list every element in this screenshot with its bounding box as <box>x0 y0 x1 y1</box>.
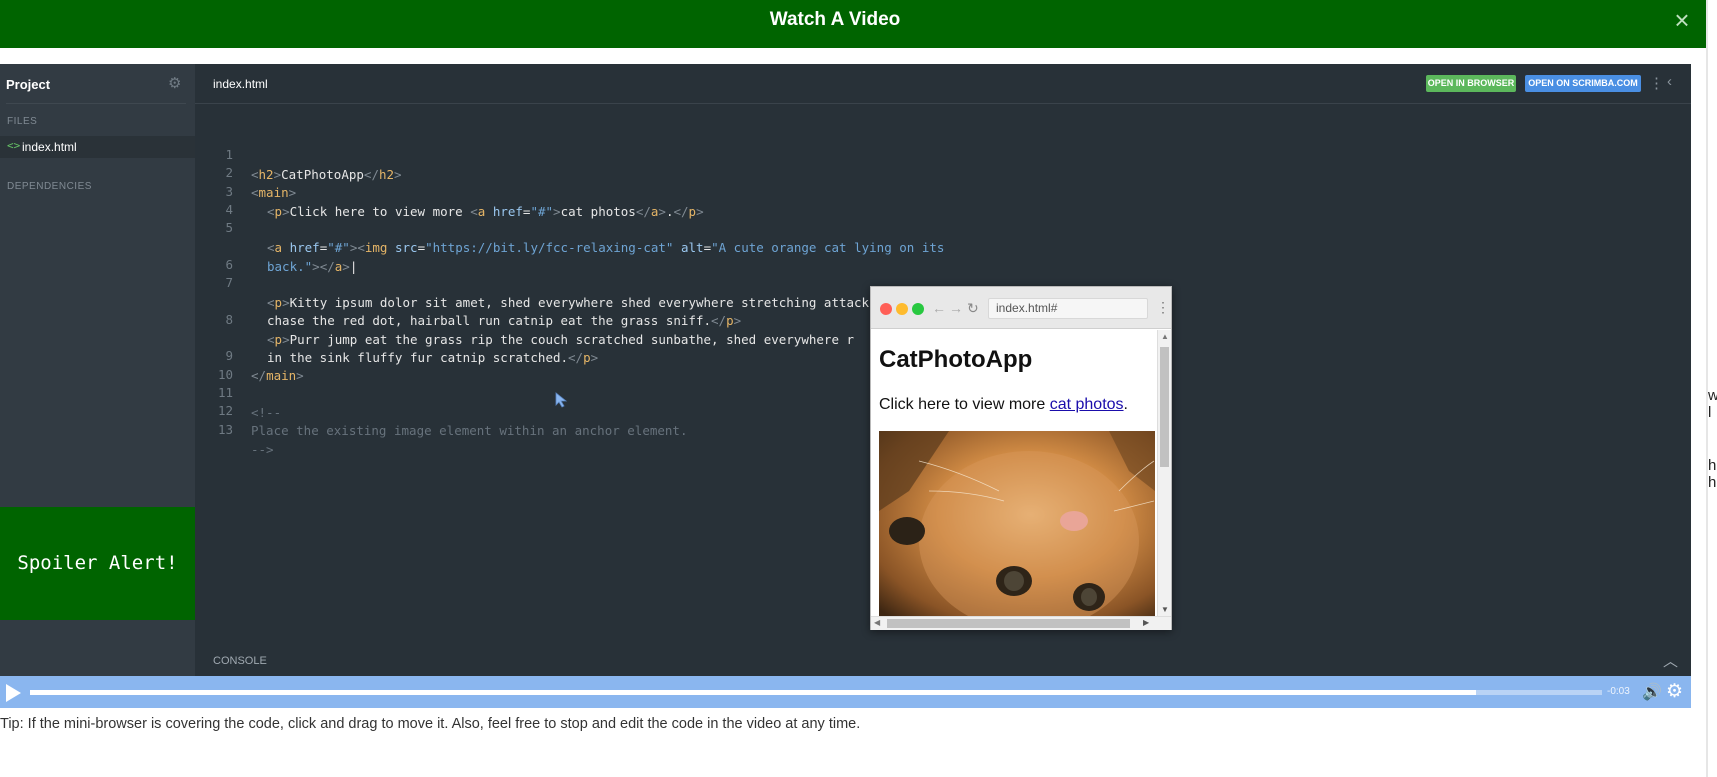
code-text: Kitty ipsum dolor sit amet, shed everywh… <box>289 295 960 311</box>
code-comment: <!-- <box>251 404 282 420</box>
gear-icon[interactable]: ⚙ <box>168 74 181 92</box>
play-icon[interactable] <box>6 684 21 702</box>
time-remaining: -0:03 <box>1607 686 1630 697</box>
code-line: 3 <p>Click here to view more <a href="#"… <box>195 162 703 219</box>
code-text: chase the red dot, hairball run catnip e… <box>267 313 712 329</box>
maximize-dot-icon[interactable] <box>912 303 924 315</box>
volume-icon[interactable]: 🔊 <box>1642 682 1662 702</box>
more-vertical-icon[interactable]: ⋮ <box>1156 299 1170 316</box>
code-text: CatPhotoApp <box>281 167 364 182</box>
mini-browser-page: CatPhotoApp Click here to view more cat … <box>871 330 1157 616</box>
code-line: 6 <box>195 235 240 272</box>
close-dot-icon[interactable] <box>880 303 892 315</box>
background-text: l <box>1708 404 1712 421</box>
scrollbar-thumb[interactable] <box>1160 347 1169 467</box>
console-label: CONSOLE <box>213 655 267 667</box>
code-comment: --> <box>251 441 274 457</box>
code-text: Purr jump eat the grass rip the couch sc… <box>289 331 855 347</box>
scrimba-player: Project ⚙ FILES <> index.html DEPENDENCI… <box>0 64 1691 676</box>
code-line: 5 <a href="#"><img src="https://bit.ly/f… <box>195 198 944 255</box>
line-number: 13 <box>217 421 233 437</box>
code-string: A cute orange cat lying on its <box>718 240 945 256</box>
spoiler-banner: Spoiler Alert! <box>0 507 195 620</box>
files-label: FILES <box>7 116 38 127</box>
mini-browser-url[interactable]: index.html# <box>988 298 1148 319</box>
sidebar-header: Project ⚙ <box>0 64 195 104</box>
editor-tabbar: index.html OPEN IN BROWSER OPEN ON SCRIM… <box>195 64 1691 104</box>
code-comment: Place the existing image element within … <box>251 423 688 439</box>
sidebar-title: Project <box>6 77 51 92</box>
code-line: 10 <box>195 345 240 382</box>
sidebar-item-label: index.html <box>22 140 77 154</box>
vertical-scrollbar[interactable]: ▲ ▼ <box>1157 330 1171 616</box>
mini-browser[interactable]: ← → ↻ index.html# ⋮ CatPhotoApp Click he… <box>870 286 1172 630</box>
code-line: 4 <box>195 180 240 217</box>
code-line: 1 <h2>CatPhotoApp</h2> <box>195 125 401 182</box>
code-line: in the sink fluffy fur catnip scratched.… <box>267 350 599 365</box>
player-controls: -0:03 🔊 ⚙ <box>0 676 1691 708</box>
back-arrow-icon[interactable]: ← <box>932 300 946 316</box>
progress-track[interactable] <box>30 690 1602 695</box>
tip-text: Tip: If the mini-browser is covering the… <box>0 716 861 732</box>
code-line: 13 --> <box>195 400 274 457</box>
cat-photos-link[interactable]: cat photos <box>1050 396 1124 413</box>
modal-title: Watch A Video <box>769 9 901 30</box>
mouse-pointer-icon <box>555 392 568 408</box>
forward-arrow-icon[interactable]: → <box>949 300 963 316</box>
code-line: 11 <!-- <box>195 363 281 420</box>
close-icon[interactable]: × <box>1668 6 1696 34</box>
cat-image[interactable] <box>879 431 1155 616</box>
chevron-left-icon[interactable]: ‹ <box>1667 73 1672 90</box>
code-line: 9 </main> <box>195 326 303 383</box>
modal-header: Watch A Video × <box>0 0 1706 48</box>
code-string: back. <box>267 258 305 274</box>
cat-photo-icon <box>879 431 1155 616</box>
more-vertical-icon[interactable]: ⋮ <box>1649 74 1664 92</box>
scroll-up-icon[interactable]: ▲ <box>1161 332 1169 341</box>
project-sidebar: Project ⚙ FILES <> index.html DEPENDENCI… <box>0 64 195 676</box>
scroll-left-icon[interactable]: ◀ <box>874 618 880 627</box>
open-in-browser-button[interactable]: OPEN IN BROWSER <box>1426 75 1516 92</box>
code-text: Click here to view more <box>289 203 471 219</box>
settings-gear-icon[interactable]: ⚙ <box>1666 680 1683 703</box>
page-heading: CatPhotoApp <box>879 346 1033 373</box>
spoiler-text: Spoiler Alert! <box>17 552 178 574</box>
code-file-icon: <> <box>7 139 21 152</box>
code-text: in the sink fluffy fur catnip scratched. <box>267 350 569 365</box>
code-line: 7 <p>Kitty ipsum dolor sit amet, shed ev… <box>195 253 959 310</box>
background-text: hi <box>1708 474 1717 491</box>
code-text: cat photos <box>560 203 636 219</box>
horizontal-scrollbar[interactable]: ◀ ▶ <box>871 616 1171 630</box>
code-line: 8 <p>Purr jump eat the grass rip the cou… <box>195 290 854 347</box>
code-line: chase the red dot, hairball run catnip e… <box>267 313 742 329</box>
code-line: 12 Place the existing image element with… <box>195 381 688 438</box>
page-paragraph: Click here to view more cat photos. <box>879 396 1128 413</box>
mini-browser-toolbar[interactable]: ← → ↻ index.html# ⋮ <box>871 287 1171 329</box>
scrollbar-thumb[interactable] <box>887 619 1130 628</box>
console-bar: CONSOLE ︿ <box>195 646 1691 676</box>
sidebar-divider <box>6 103 186 104</box>
reload-icon[interactable]: ↻ <box>967 300 979 317</box>
chevron-up-icon[interactable]: ︿ <box>1663 650 1678 671</box>
scroll-down-icon[interactable]: ▼ <box>1161 605 1169 614</box>
code-string: https://bit.ly/fcc-relaxing-cat <box>432 240 666 256</box>
progress-fill <box>30 690 1477 695</box>
minimize-dot-icon[interactable] <box>896 303 908 315</box>
code-line: back."></a>| <box>267 258 358 274</box>
tab-index-html[interactable]: index.html <box>213 77 268 91</box>
code-line: 2 <main> <box>195 143 296 200</box>
dependencies-label[interactable]: DEPENDENCIES <box>7 181 92 192</box>
scroll-right-icon[interactable]: ▶ <box>1143 618 1149 627</box>
open-on-scrimba-button[interactable]: OPEN ON SCRIMBA.COM <box>1525 75 1641 92</box>
sidebar-item-index-html[interactable]: <> index.html <box>0 136 195 158</box>
